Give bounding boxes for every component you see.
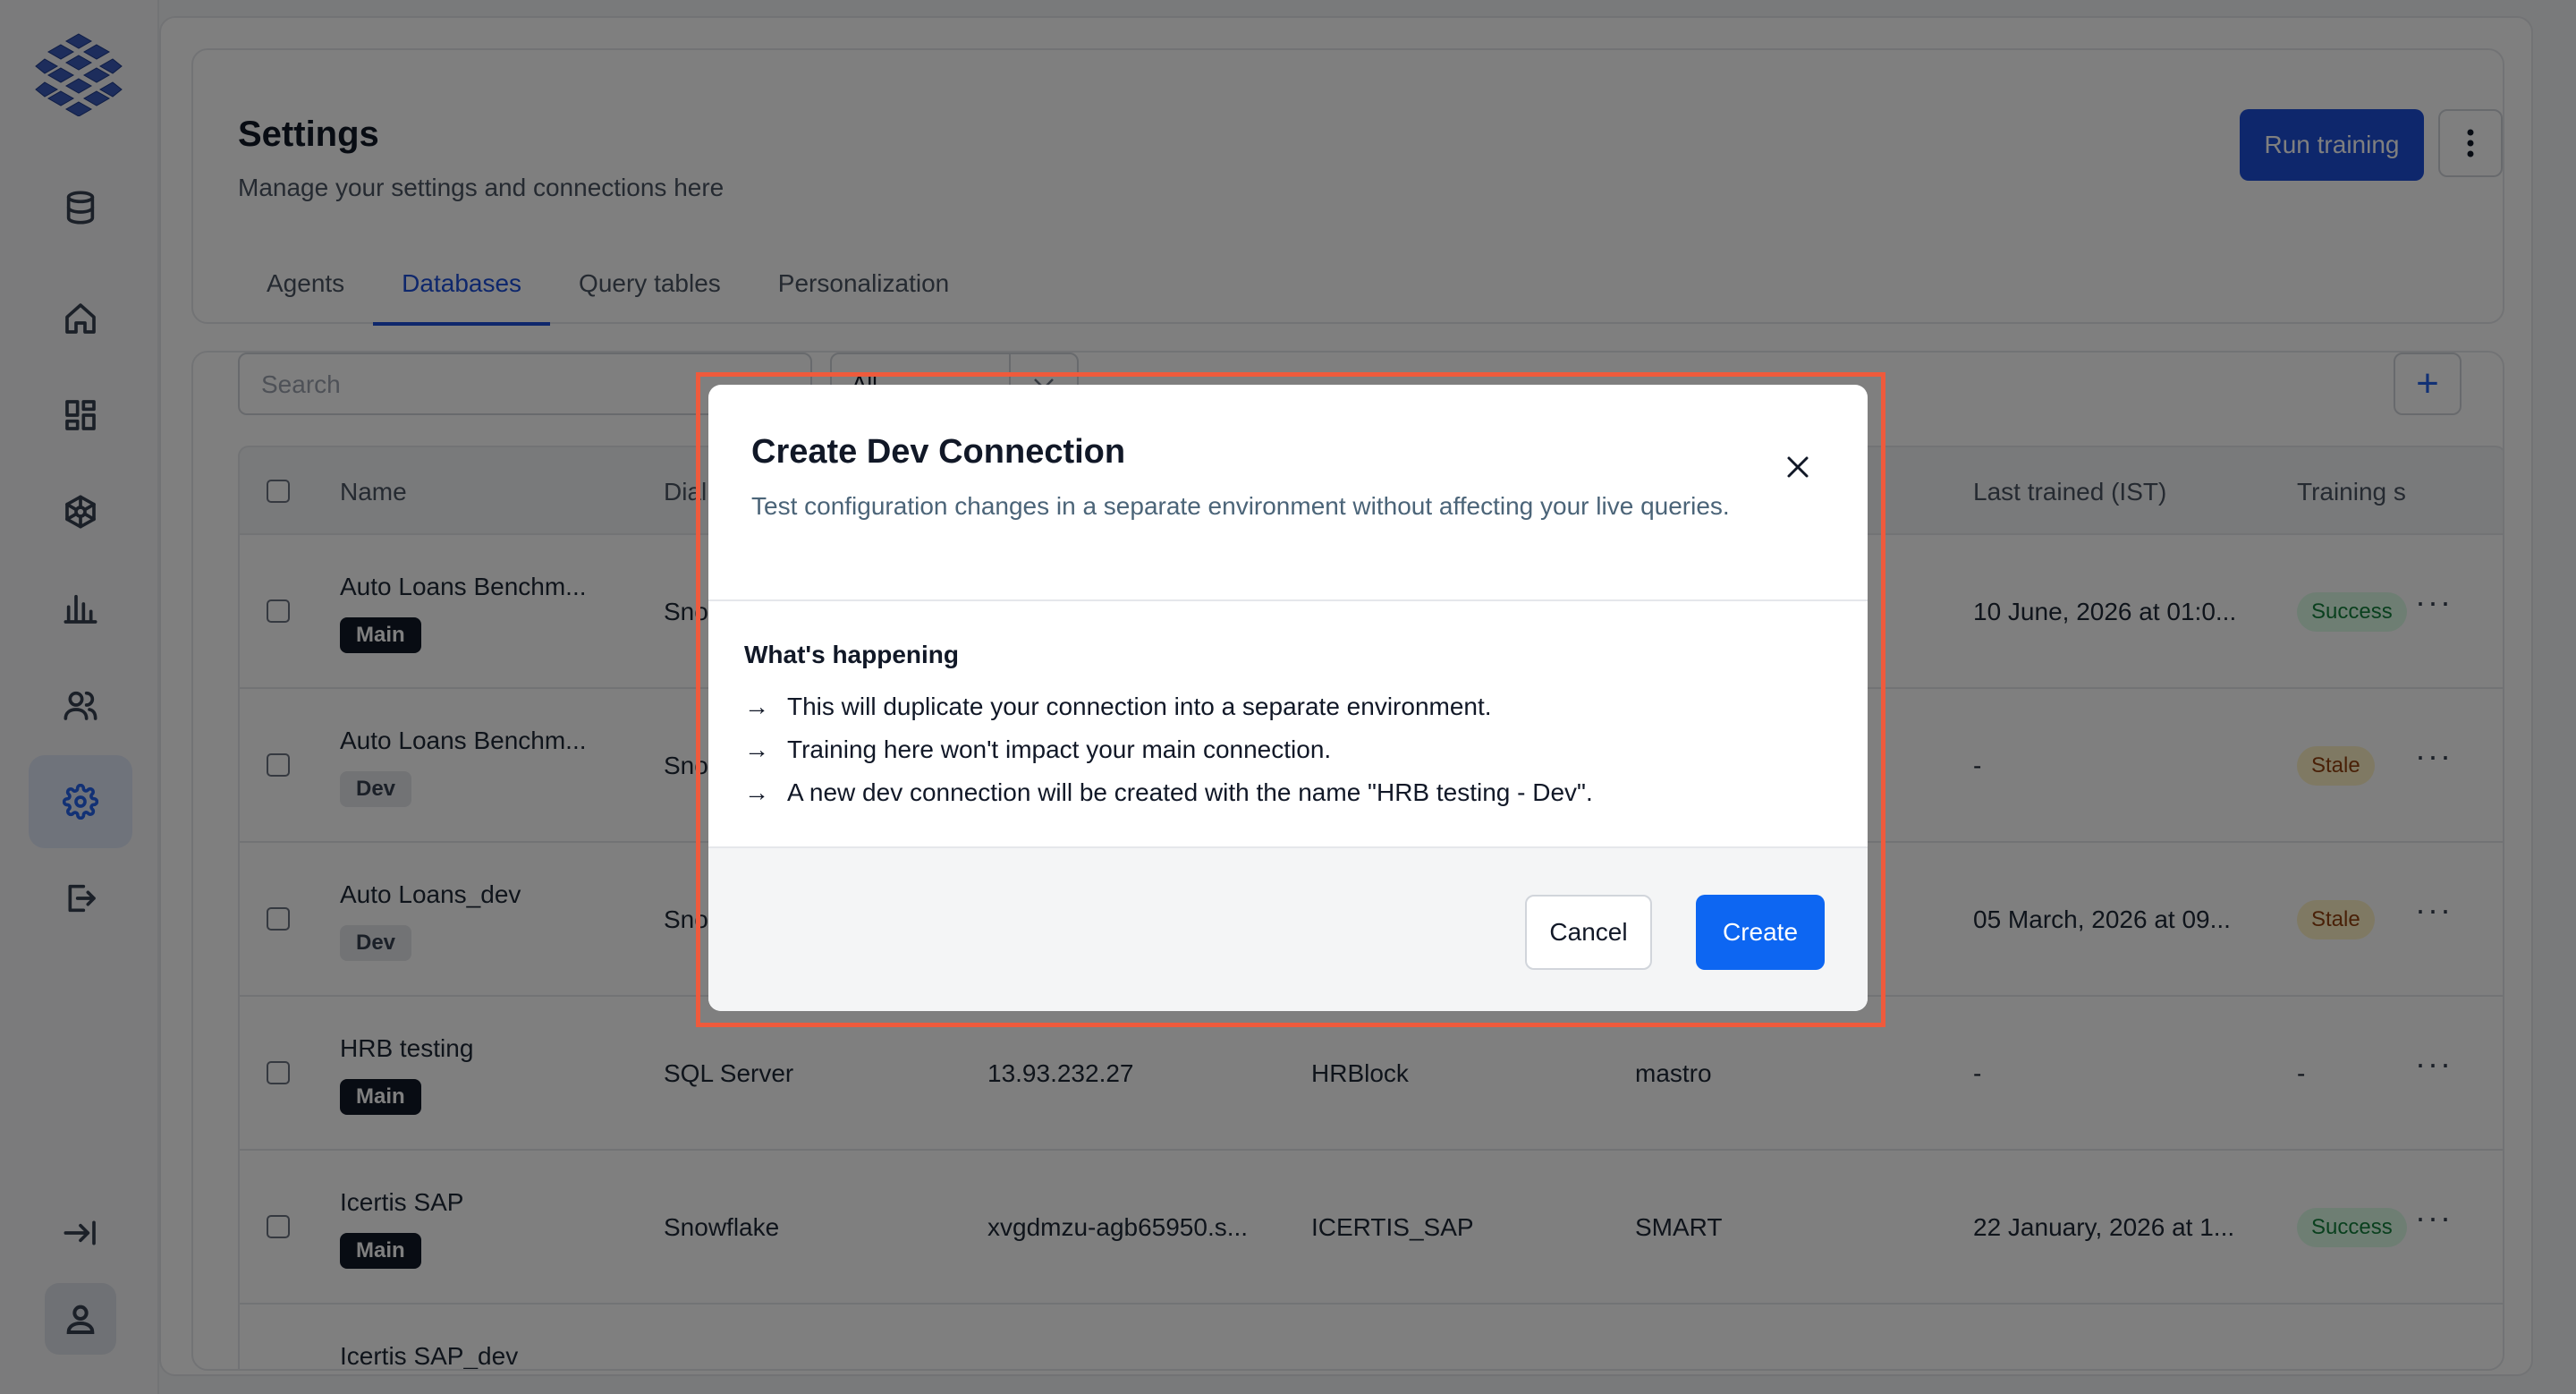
create-dev-connection-modal: Create Dev Connection Test configuration…	[708, 385, 1868, 1011]
bullet-item: → This will duplicate your connection int…	[744, 693, 1492, 720]
modal-body: What's happening → This will duplicate yo…	[708, 603, 1868, 846]
close-button[interactable]	[1780, 449, 1816, 485]
modal-description: Test configuration changes in a separate…	[751, 492, 1730, 520]
arrow-right-icon: →	[744, 693, 769, 720]
cancel-button[interactable]: Cancel	[1525, 895, 1652, 970]
bullet-item: → Training here won't impact your main co…	[744, 735, 1332, 763]
section-title: What's happening	[744, 641, 959, 668]
create-button[interactable]: Create	[1696, 895, 1825, 970]
arrow-right-icon: →	[744, 735, 769, 763]
arrow-right-icon: →	[744, 778, 769, 806]
modal-footer: Cancel Create	[708, 846, 1868, 1011]
close-icon	[1787, 456, 1809, 478]
bullet-item: → A new dev connection will be created wi…	[744, 778, 1593, 806]
modal-title: Create Dev Connection	[751, 433, 1126, 471]
modal-header: Create Dev Connection Test configuration…	[708, 385, 1868, 601]
